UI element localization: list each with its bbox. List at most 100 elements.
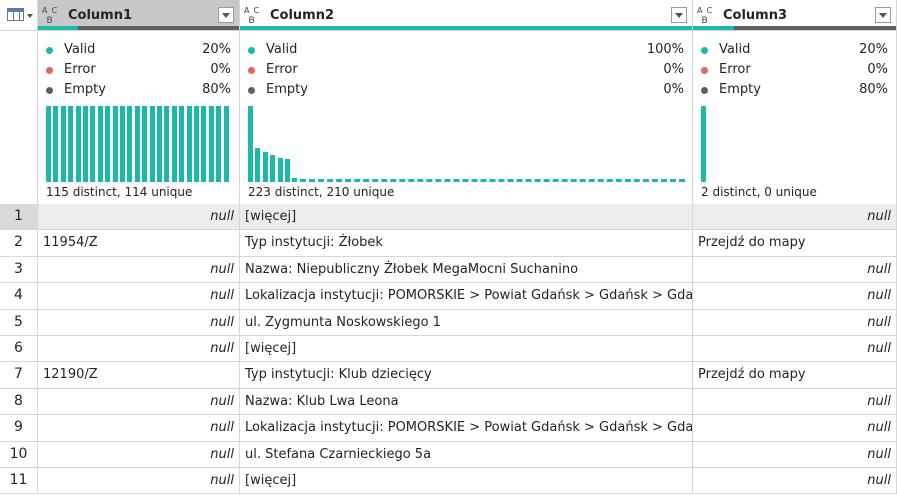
text-type-icon[interactable]: ABC — [697, 6, 719, 26]
histogram-bar[interactable] — [83, 106, 88, 182]
table-cell[interactable]: null — [38, 415, 240, 442]
histogram-bar[interactable] — [292, 178, 298, 182]
table-cell[interactable]: 12190/Z — [38, 362, 240, 389]
histogram-bar[interactable] — [216, 106, 222, 182]
table-cell[interactable]: [więcej] — [240, 204, 693, 230]
histogram-bar[interactable] — [186, 106, 192, 182]
valid-dot-icon — [46, 47, 53, 54]
histogram-bar[interactable] — [134, 106, 140, 182]
histogram-bar[interactable] — [142, 106, 148, 182]
table-cell[interactable]: null — [38, 310, 240, 336]
histogram-bar[interactable] — [270, 155, 276, 182]
table-cell[interactable]: null — [38, 257, 240, 283]
table-cell[interactable]: null — [693, 415, 897, 442]
row-number[interactable]: 11 — [0, 468, 38, 494]
table-cell[interactable]: null — [693, 389, 897, 415]
histogram-bar[interactable] — [68, 106, 74, 182]
valid-stat: Valid 20% — [46, 41, 231, 61]
table-cell[interactable]: null — [38, 468, 240, 494]
histogram-bar[interactable] — [157, 106, 162, 182]
table-icon — [7, 8, 24, 21]
table-cell[interactable]: Lokalizacja instytucji: POMORSKIE > Powi… — [240, 283, 693, 310]
row-number[interactable]: 1 — [0, 204, 38, 230]
column-profile-3: Valid 20% Error 0% Empty 80% 2 distinct, 0 … — [693, 31, 897, 205]
histogram-bar[interactable] — [277, 158, 283, 182]
histogram-bar[interactable] — [208, 106, 214, 182]
column-filter-dropdown[interactable] — [875, 7, 891, 23]
table-menu-button[interactable] — [0, 0, 38, 31]
histogram-bar[interactable] — [46, 106, 51, 182]
histogram-bar[interactable] — [255, 148, 261, 182]
value-distribution-histogram[interactable] — [248, 106, 685, 182]
distinct-summary: 115 distinct, 114 unique — [46, 185, 193, 199]
table-cell[interactable]: Nazwa: Klub Lwa Leona — [240, 389, 693, 415]
histogram-bar[interactable] — [149, 106, 155, 182]
table-cell[interactable]: Przejdź do mapy — [693, 362, 897, 389]
table-cell[interactable]: null — [693, 204, 897, 230]
histogram-bar[interactable] — [75, 106, 81, 182]
column-header-1[interactable]: ABC Column1 — [38, 0, 240, 31]
table-cell[interactable]: ul. Zygmunta Noskowskiego 1 — [240, 310, 693, 336]
histogram-bar[interactable] — [248, 106, 253, 182]
row-number[interactable]: 4 — [0, 283, 38, 310]
value-distribution-histogram[interactable] — [46, 106, 232, 182]
table-cell[interactable]: Typ instytucji: Klub dziecięcy — [240, 362, 693, 389]
table-cell[interactable]: null — [38, 336, 240, 362]
histogram-bar[interactable] — [90, 106, 96, 182]
histogram-bar[interactable] — [194, 106, 199, 182]
histogram-bar[interactable] — [120, 106, 125, 182]
histogram-bar[interactable] — [179, 106, 185, 182]
column-profile-2: Valid 100% Error 0% Empty 0% 223 distinct, … — [240, 31, 693, 205]
table-cell[interactable]: [więcej] — [240, 336, 693, 362]
histogram-bar[interactable] — [112, 106, 118, 182]
table-cell[interactable]: null — [693, 257, 897, 283]
table-cell[interactable]: null — [693, 468, 897, 494]
column-filter-dropdown[interactable] — [218, 7, 234, 23]
table-cell[interactable]: 11954/Z — [38, 230, 240, 257]
error-dot-icon — [248, 67, 255, 74]
histogram-bar[interactable] — [53, 106, 59, 182]
row-number[interactable]: 7 — [0, 362, 38, 389]
table-cell[interactable]: null — [693, 336, 897, 362]
histogram-bar[interactable] — [223, 106, 229, 182]
histogram-bar[interactable] — [60, 106, 66, 182]
histogram-bar[interactable] — [164, 106, 170, 182]
column-filter-dropdown[interactable] — [671, 7, 687, 23]
table-cell[interactable]: Nazwa: Niepubliczny Żłobek MegaMocni Suc… — [240, 257, 693, 283]
table-cell[interactable]: Lokalizacja instytucji: POMORSKIE > Powi… — [240, 415, 693, 442]
row-number[interactable]: 3 — [0, 257, 38, 283]
text-type-icon[interactable]: ABC — [42, 6, 64, 26]
histogram-bar[interactable] — [105, 106, 111, 182]
value-distribution-histogram[interactable] — [701, 106, 889, 182]
histogram-bar[interactable] — [127, 106, 133, 182]
table-cell[interactable]: null — [693, 283, 897, 310]
histogram-bar[interactable] — [97, 106, 103, 182]
text-type-icon[interactable]: ABC — [244, 6, 266, 26]
table-cell[interactable]: [więcej] — [240, 468, 693, 494]
table-cell[interactable]: ul. Stefana Czarnieckiego 5a — [240, 442, 693, 468]
row-number[interactable]: 6 — [0, 336, 38, 362]
table-cell[interactable]: null — [38, 283, 240, 310]
table-cell[interactable]: null — [38, 389, 240, 415]
histogram-bar[interactable] — [201, 106, 207, 182]
table-cell[interactable]: null — [693, 442, 897, 468]
histogram-bar[interactable] — [701, 106, 706, 182]
table-cell[interactable]: null — [38, 204, 240, 230]
histogram-bar[interactable] — [262, 152, 268, 182]
histogram-bar[interactable] — [171, 106, 177, 182]
row-number[interactable]: 10 — [0, 442, 38, 468]
column-header-2[interactable]: ABC Column2 — [240, 0, 693, 31]
data-grid: ABC Column1 ABC Column2 ABC Column3 Vali… — [0, 0, 897, 497]
histogram-bar[interactable] — [285, 159, 290, 182]
column-header-3[interactable]: ABC Column3 — [693, 0, 897, 31]
row-number[interactable]: 8 — [0, 389, 38, 415]
table-cell[interactable]: null — [693, 310, 897, 336]
row-number[interactable]: 9 — [0, 415, 38, 442]
row-number[interactable]: 5 — [0, 310, 38, 336]
valid-stat: Valid 100% — [248, 41, 684, 61]
empty-dot-icon — [701, 87, 708, 94]
table-cell[interactable]: Typ instytucji: Żłobek — [240, 230, 693, 257]
table-cell[interactable]: Przejdź do mapy — [693, 230, 897, 257]
table-cell[interactable]: null — [38, 442, 240, 468]
row-number[interactable]: 2 — [0, 230, 38, 257]
